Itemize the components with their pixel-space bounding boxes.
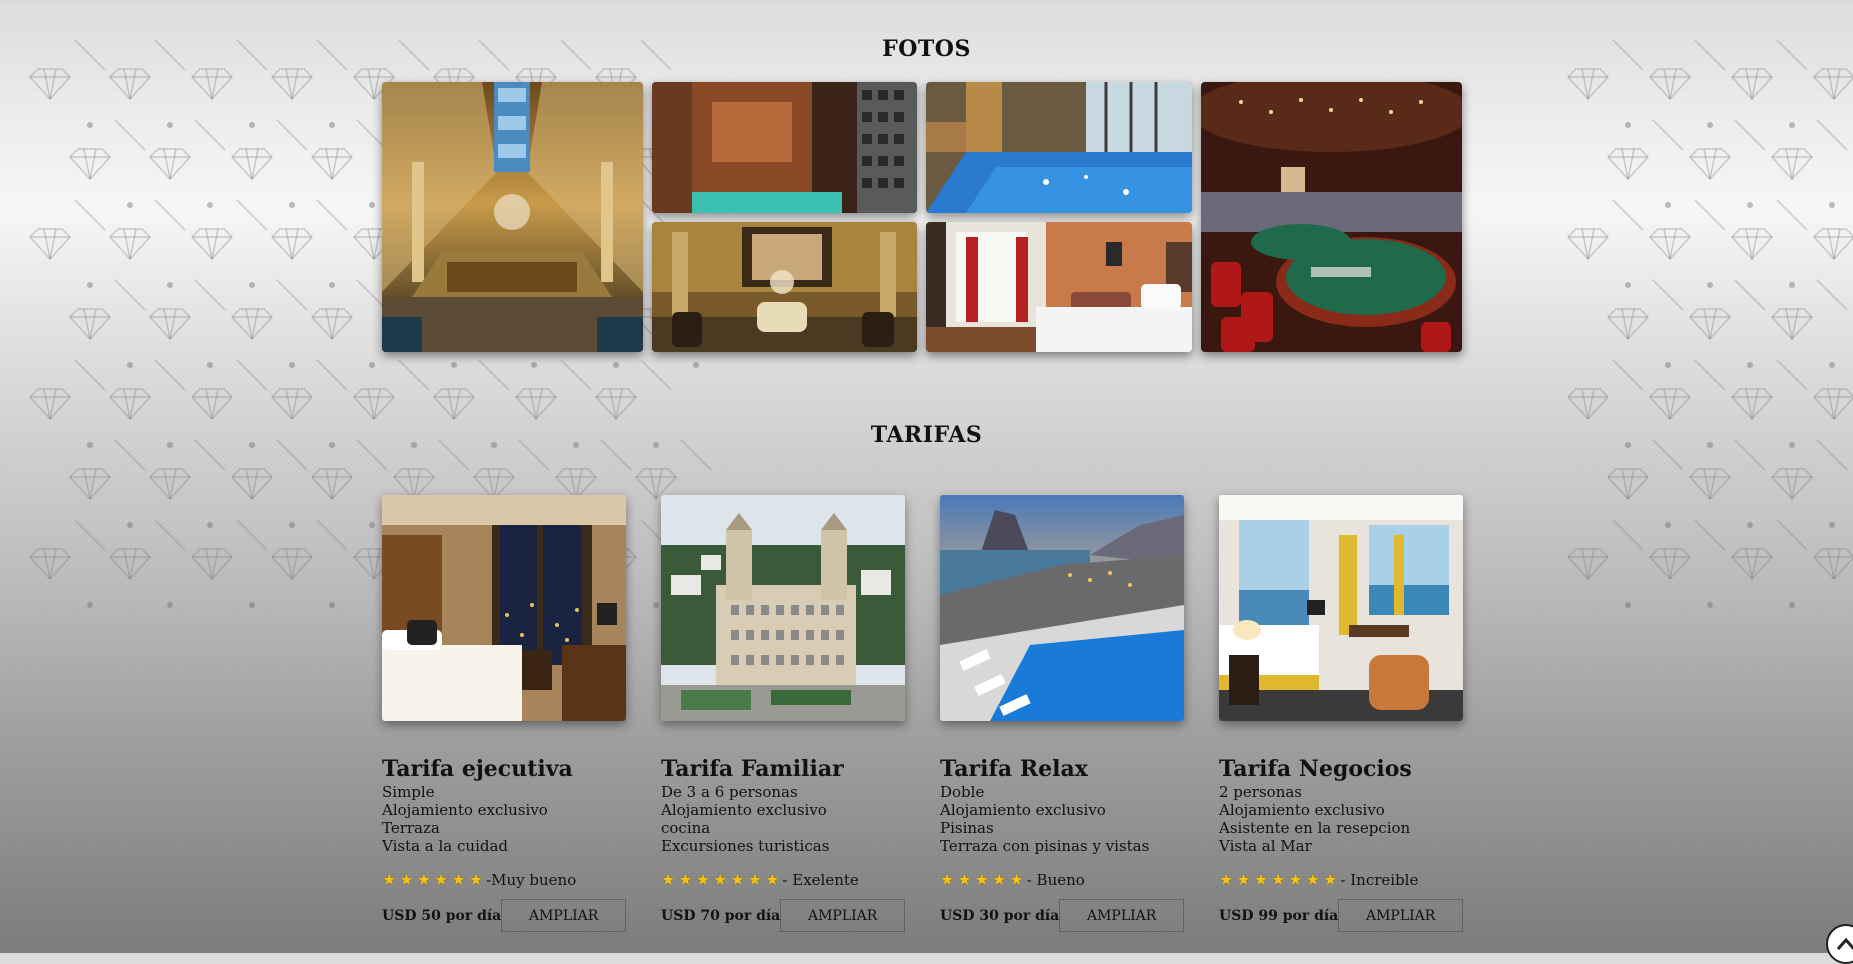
star-icon: ★ [468,870,484,889]
star-icon: ★ [678,870,693,889]
rate-feature: Terraza [382,819,440,837]
star-icon: ★ [1271,870,1286,889]
rating-row: ★ ★ ★ ★ ★ ★ ★ - Increible [1219,870,1463,889]
star-icon: ★ [1253,870,1269,889]
price-row: USD 30 por día AMPLIAR [940,899,1184,932]
rate-feature: Alojamiento exclusivo [382,801,548,819]
spa-photo[interactable] [652,82,917,213]
ampliar-button[interactable]: AMPLIAR [780,899,905,932]
rate-title: Tarifa Familiar [661,756,844,782]
rating-row: ★ ★ ★ ★ ★ - Bueno [940,870,1184,889]
rate-feature: Alojamiento exclusivo [1219,801,1385,819]
price-label: USD 99 por día [1219,907,1339,924]
rate-title: Tarifa ejecutiva [382,756,573,782]
casino-photo[interactable] [1201,82,1462,352]
price-label: USD 70 por día [661,907,781,924]
rate-feature: Pisinas [940,819,994,837]
rating-label: - Bueno [1026,870,1085,889]
rate-feature: cocina [661,819,711,837]
star-icon: ★ [957,870,972,889]
rate-feature: Alojamiento exclusivo [661,801,827,819]
rating-label: -Muy bueno [486,870,577,889]
rate-card-relax: Tarifa Relax Doble Alojamiento exclusivo… [940,755,1184,855]
photos-section-title: FOTOS [882,36,971,62]
price-label: USD 30 por día [940,907,1060,924]
business-room-image[interactable] [1219,495,1463,721]
chevron-up-icon [1836,937,1853,950]
star-icon: ★ [974,870,990,889]
rate-feature: De 3 a 6 personas [661,783,798,801]
star-icon: ★ [382,870,397,889]
star-icon: ★ [730,870,745,889]
star-icon: ★ [451,870,466,889]
star-icon: ★ [1305,870,1321,889]
ampliar-button[interactable]: AMPLIAR [1338,899,1463,932]
star-icon: ★ [1288,870,1303,889]
star-icon: ★ [434,870,449,889]
rate-feature: Terraza con pisinas y vistas [940,837,1150,855]
ampliar-button[interactable]: AMPLIAR [1059,899,1184,932]
pool-photo[interactable] [926,82,1192,213]
lounge-photo[interactable] [652,222,917,352]
family-hotel-image[interactable] [661,495,905,721]
star-icon: ★ [661,870,676,889]
lobby-photo[interactable] [382,82,643,352]
price-row: USD 70 por día AMPLIAR [661,899,905,932]
price-row: USD 99 por día AMPLIAR [1219,899,1463,932]
price-label: USD 50 por día [382,907,502,924]
relax-pool-image[interactable] [940,495,1184,721]
ampliar-button[interactable]: AMPLIAR [501,899,626,932]
scroll-to-top-button[interactable] [1826,924,1853,964]
rate-card-executive: Tarifa ejecutiva Simple Alojamiento excl… [382,755,626,855]
rating-row: ★ ★ ★ ★ ★ ★ ★ - Exelente [661,870,905,889]
star-icon: ★ [747,870,763,889]
executive-room-image[interactable] [382,495,626,721]
star-icon: ★ [695,870,711,889]
bedroom-photo[interactable] [926,222,1192,352]
rate-card-business: Tarifa Negocios 2 personas Alojamiento e… [1219,755,1463,855]
star-icon: ★ [1323,870,1338,889]
star-icon: ★ [399,870,414,889]
rate-feature: Asistente en la resepcion [1219,819,1411,837]
rate-feature: 2 personas [1219,783,1302,801]
star-icon: ★ [1009,870,1024,889]
star-icon: ★ [713,870,728,889]
star-rating: ★ ★ ★ ★ ★ [940,870,1027,889]
star-rating: ★ ★ ★ ★ ★ ★ ★ [661,870,782,889]
rate-title: Tarifa Negocios [1219,756,1412,782]
rate-feature: Vista al Mar [1219,837,1312,855]
star-icon: ★ [940,870,955,889]
star-icon: ★ [992,870,1007,889]
star-icon: ★ [416,870,432,889]
star-icon: ★ [1236,870,1251,889]
rating-label: - Exelente [782,870,859,889]
star-rating: ★ ★ ★ ★ ★ ★ [382,870,486,889]
rate-title: Tarifa Relax [940,756,1088,782]
rating-label: - Increible [1340,870,1419,889]
rates-section-title: TARIFAS [870,422,983,448]
rate-card-family: Tarifa Familiar De 3 a 6 personas Alojam… [661,755,905,855]
price-row: USD 50 por día AMPLIAR [382,899,626,932]
rate-feature: Alojamiento exclusivo [940,801,1106,819]
star-icon: ★ [1219,870,1234,889]
star-rating: ★ ★ ★ ★ ★ ★ ★ [1219,870,1340,889]
rate-feature: Simple [382,783,435,801]
star-icon: ★ [765,870,780,889]
rating-row: ★ ★ ★ ★ ★ ★ -Muy bueno [382,870,626,889]
rate-feature: Doble [940,783,985,801]
rate-feature: Vista a la cuidad [382,837,509,855]
rate-feature: Excursiones turisticas [661,837,830,855]
